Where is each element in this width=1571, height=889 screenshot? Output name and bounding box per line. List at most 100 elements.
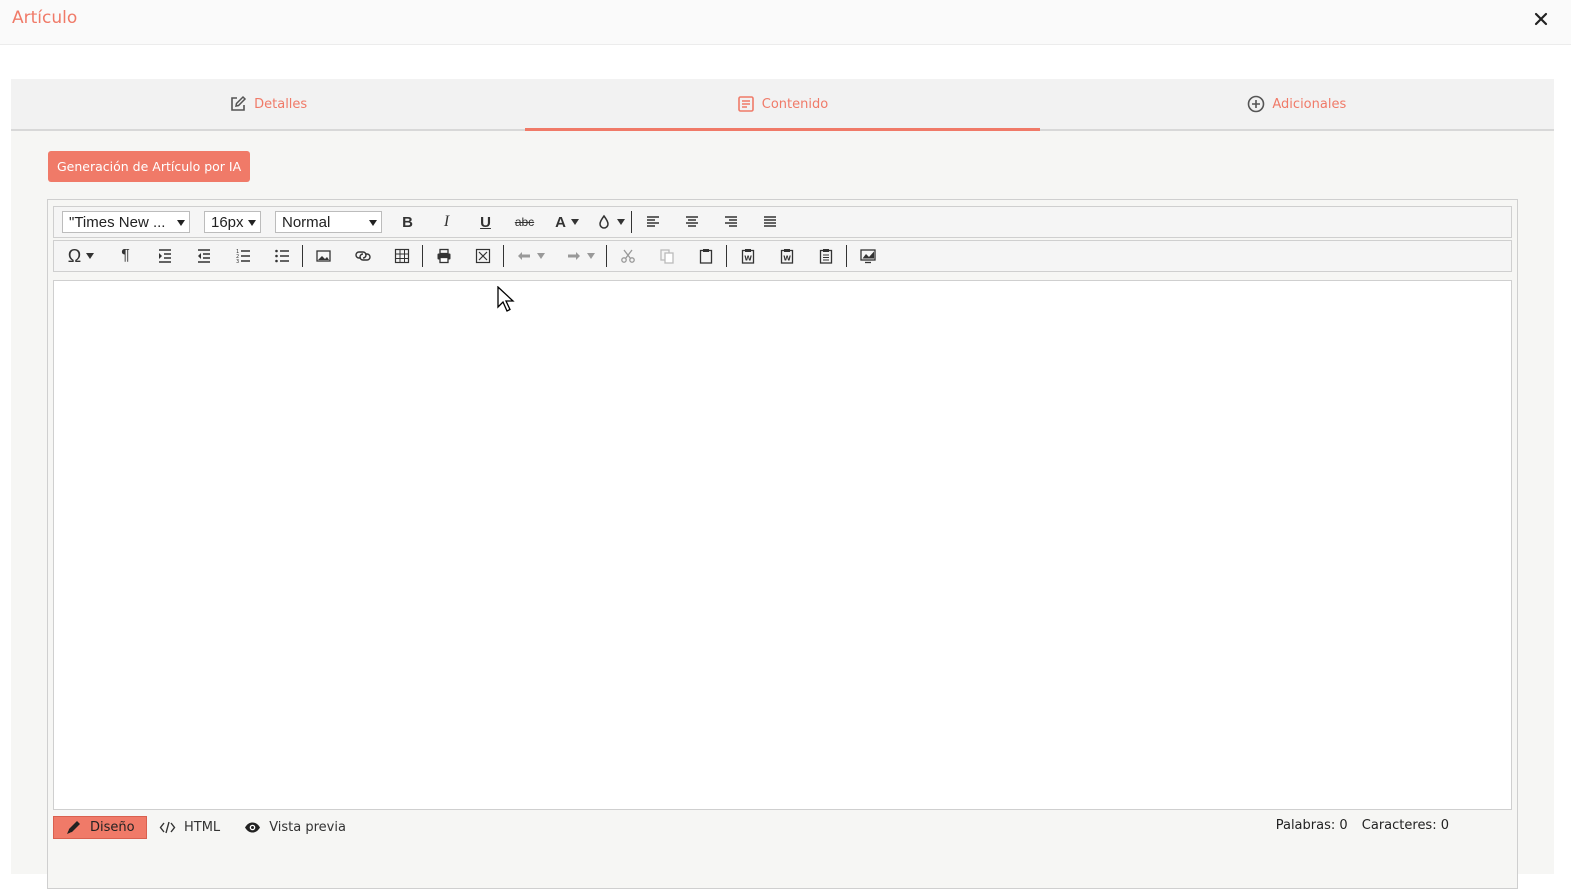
tab-detalles[interactable]: Detalles (11, 79, 525, 129)
paste-text-button[interactable] (806, 241, 845, 271)
clipboard-word-icon: W (780, 249, 793, 264)
pencil-icon (67, 820, 80, 834)
align-center-button[interactable] (672, 207, 711, 237)
design-mode-label: Diseño (90, 819, 135, 835)
printer-icon (437, 248, 450, 264)
highlight-color-button[interactable] (590, 207, 630, 237)
font-family-value: "Times New ... (69, 213, 166, 231)
document-icon (737, 96, 754, 112)
editor-toolbar-2: Ω ¶ 123 W W (53, 240, 1512, 272)
omega-icon: Ω (67, 245, 82, 266)
scissors-icon (620, 249, 635, 263)
strikethrough-button[interactable]: abc (505, 207, 544, 237)
paragraph-icon: ¶ (121, 247, 130, 264)
align-right-button[interactable] (711, 207, 750, 237)
insert-image-button[interactable] (304, 241, 343, 271)
word-count: Palabras: 0 (1275, 818, 1348, 833)
editor-statusbar: Diseño HTML Vista previa Palabras: 0 Car… (53, 815, 1512, 839)
format-select[interactable]: Normal (275, 211, 382, 233)
font-color-label: A (555, 213, 566, 231)
svg-text:W: W (744, 255, 752, 263)
toolbar-separator (726, 245, 727, 267)
clipboard-icon (699, 249, 712, 264)
format-value: Normal (282, 213, 331, 231)
link-icon (354, 251, 371, 261)
toolbar-separator (503, 245, 504, 267)
underline-button[interactable]: U (466, 207, 505, 237)
tab-label: Detalles (254, 96, 308, 112)
dialog-header: Artículo (0, 0, 1571, 45)
font-size-value: 16px (211, 213, 244, 231)
word-char-counter: Palabras: 0 Caracteres: 0 (1266, 818, 1449, 833)
toolbar-separator (302, 245, 303, 267)
toolbar-separator (422, 245, 423, 267)
paste-button[interactable] (686, 241, 725, 271)
align-center-icon (685, 216, 698, 227)
fullscreen-button[interactable] (463, 241, 502, 271)
svg-text:W: W (783, 255, 791, 263)
insert-table-button[interactable] (382, 241, 421, 271)
copy-button[interactable] (647, 241, 686, 271)
undo-button[interactable] (505, 241, 555, 271)
preview-mode-button[interactable]: Vista previa (232, 816, 358, 839)
eye-icon (245, 822, 261, 832)
ai-generate-button[interactable]: Generación de Artículo por IA (48, 151, 251, 182)
dialog-title: Artículo (12, 8, 78, 28)
edit-icon (231, 95, 247, 111)
paragraph-button[interactable]: ¶ (106, 241, 145, 271)
outdent-button[interactable] (184, 241, 223, 271)
font-size-select[interactable]: 16px (204, 211, 261, 233)
align-justify-icon (763, 216, 776, 227)
paste-word-button[interactable]: W (728, 241, 767, 271)
design-mode-button[interactable]: Diseño (53, 815, 147, 839)
svg-text:3: 3 (236, 259, 239, 264)
plus-circle-icon (1248, 95, 1265, 113)
bold-button[interactable]: B (388, 207, 427, 237)
outdent-icon (197, 249, 210, 263)
insert-link-button[interactable] (343, 241, 382, 271)
ordered-list-icon: 123 (236, 249, 250, 264)
preview-mode-label: Vista previa (269, 819, 346, 835)
clipboard-text-icon (819, 249, 832, 264)
tab-contenido[interactable]: Contenido (525, 79, 1040, 131)
table-icon (394, 248, 409, 264)
clipboard-word-icon: W (741, 249, 754, 264)
indent-button[interactable] (145, 241, 184, 271)
mouse-cursor-icon (497, 286, 515, 312)
font-family-select[interactable]: "Times New ... (62, 211, 190, 233)
ordered-list-button[interactable]: 123 (223, 241, 262, 271)
toolbar-separator (606, 245, 607, 267)
code-icon (159, 821, 176, 833)
char-count: Caracteres: 0 (1361, 818, 1449, 833)
html-mode-button[interactable]: HTML (147, 816, 232, 839)
align-left-button[interactable] (633, 207, 672, 237)
cut-button[interactable] (608, 241, 647, 271)
print-button[interactable] (424, 241, 463, 271)
font-color-button[interactable]: A (544, 207, 590, 237)
paste-word-clean-button[interactable]: W (767, 241, 806, 271)
rich-text-editor: "Times New ... 16px Normal B I U abc A Ω… (47, 199, 1518, 889)
tab-bar: Detalles Contenido Adicionales (11, 79, 1554, 131)
editor-content-area[interactable] (53, 280, 1512, 810)
tab-label: Adicionales (1272, 96, 1347, 112)
editor-toolbar-1: "Times New ... 16px Normal B I U abc A (53, 206, 1512, 238)
italic-button[interactable]: I (427, 207, 466, 237)
toggle-screen-button[interactable] (848, 241, 887, 271)
fullscreen-icon (475, 248, 490, 264)
copy-icon (659, 249, 674, 264)
special-char-button[interactable]: Ω (56, 241, 106, 271)
align-left-icon (646, 216, 659, 227)
align-justify-button[interactable] (750, 207, 789, 237)
tab-adicionales[interactable]: Adicionales (1040, 79, 1554, 129)
unordered-list-button[interactable] (262, 241, 301, 271)
close-icon[interactable] (1531, 9, 1551, 29)
content-panel: Generación de Artículo por IA "Times New… (11, 131, 1554, 889)
redo-button[interactable] (555, 241, 605, 271)
toolbar-separator (846, 245, 847, 267)
html-mode-label: HTML (184, 819, 221, 835)
indent-icon (158, 249, 171, 263)
align-right-icon (724, 216, 737, 227)
redo-icon (567, 252, 580, 260)
image-icon (315, 250, 331, 262)
toolbar-separator (631, 211, 632, 233)
